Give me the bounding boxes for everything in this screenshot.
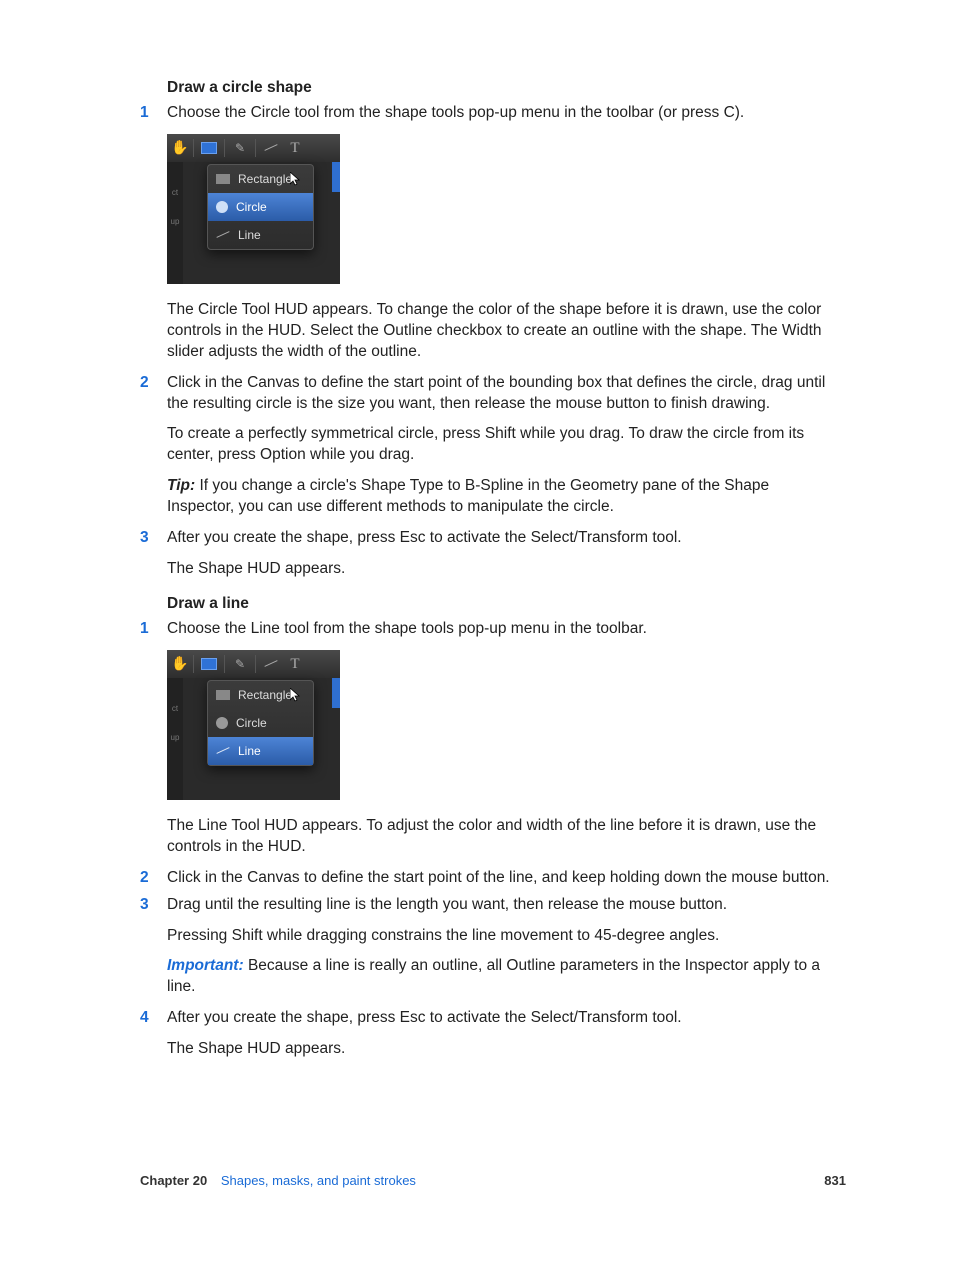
rectangle-icon <box>216 174 230 184</box>
step-1-circle: 1 Choose the Circle tool from the shape … <box>140 103 840 124</box>
tip-label: Tip: <box>167 477 199 494</box>
important-paragraph: Important: Because a line is really an o… <box>167 956 840 998</box>
ui-right-edge <box>332 678 340 708</box>
menu-item-label: Circle <box>236 715 267 731</box>
ui-left-label: up <box>167 733 183 744</box>
separator <box>255 139 256 157</box>
step-number: 1 <box>140 619 167 640</box>
section-title-circle: Draw a circle shape <box>167 78 840 99</box>
step-1-line: 1 Choose the Line tool from the shape to… <box>140 619 840 640</box>
menu-item-label: Rectangle <box>238 687 292 703</box>
ui-left-label: up <box>167 217 183 228</box>
menu-item-rectangle[interactable]: Rectangle <box>208 681 313 709</box>
menu-item-circle[interactable]: Circle <box>208 193 313 221</box>
step-number: 4 <box>140 1008 167 1029</box>
section-title-line: Draw a line <box>167 594 840 615</box>
menu-item-circle[interactable]: Circle <box>208 709 313 737</box>
separator <box>224 139 225 157</box>
separator <box>224 655 225 673</box>
step-text: After you create the shape, press Esc to… <box>167 528 840 549</box>
page-number: 831 <box>824 1172 846 1190</box>
chapter-link[interactable]: Shapes, masks, and paint strokes <box>221 1173 416 1188</box>
rectangle-icon <box>216 690 230 700</box>
hand-tool-icon: ✋ <box>171 138 187 157</box>
ui-right-edge <box>332 162 340 192</box>
step-3-circle: 3 After you create the shape, press Esc … <box>140 528 840 549</box>
brush-tool-icon <box>231 139 249 157</box>
paragraph: The Line Tool HUD appears. To adjust the… <box>167 816 840 858</box>
shape-tool-icon <box>200 139 218 157</box>
paragraph: To create a perfectly symmetrical circle… <box>167 424 840 466</box>
menu-item-label: Circle <box>236 199 267 215</box>
step-number: 3 <box>140 895 167 916</box>
important-text: Because a line is really an outline, all… <box>167 957 820 995</box>
separator <box>193 655 194 673</box>
brush-tool-icon <box>231 655 249 673</box>
text-tool-icon: T <box>286 655 304 673</box>
step-text: Click in the Canvas to define the start … <box>167 373 840 415</box>
step-number: 2 <box>140 868 167 889</box>
menu-item-label: Rectangle <box>238 171 292 187</box>
step-4-line: 4 After you create the shape, press Esc … <box>140 1008 840 1029</box>
shape-tools-menu: Rectangle Circle Line <box>207 680 314 766</box>
circle-icon <box>216 201 228 213</box>
line-icon <box>216 231 229 238</box>
step-text: Choose the Circle tool from the shape to… <box>167 103 840 124</box>
important-label: Important: <box>167 957 248 974</box>
ui-left-label: ct <box>167 188 183 199</box>
menu-item-line[interactable]: Line <box>208 221 313 249</box>
step-number: 2 <box>140 373 167 415</box>
separator <box>193 139 194 157</box>
ui-toolbar: ✋ T <box>167 134 340 162</box>
ui-screenshot-line-menu: ✋ T ct up Rectangle <box>167 650 340 800</box>
step-number: 1 <box>140 103 167 124</box>
line-icon <box>216 747 229 754</box>
step-text: Drag until the resulting line is the len… <box>167 895 840 916</box>
tip-paragraph: Tip: If you change a circle's Shape Type… <box>167 476 840 518</box>
paragraph: The Shape HUD appears. <box>167 1039 840 1060</box>
ui-toolbar: ✋ T <box>167 650 340 678</box>
page-footer: Chapter 20 Shapes, masks, and paint stro… <box>140 1172 846 1190</box>
step-text: Choose the Line tool from the shape tool… <box>167 619 840 640</box>
menu-item-rectangle[interactable]: Rectangle <box>208 165 313 193</box>
step-number: 3 <box>140 528 167 549</box>
circle-icon <box>216 717 228 729</box>
step-text: After you create the shape, press Esc to… <box>167 1008 840 1029</box>
shape-tools-menu: Rectangle Circle Line <box>207 164 314 250</box>
menu-item-label: Line <box>238 743 261 759</box>
tip-text: If you change a circle's Shape Type to B… <box>167 477 769 515</box>
step-text: Click in the Canvas to define the start … <box>167 868 840 889</box>
line-tool-icon <box>262 139 280 157</box>
step-3-line: 3 Drag until the resulting line is the l… <box>140 895 840 916</box>
step-2-circle: 2 Click in the Canvas to define the star… <box>140 373 840 415</box>
paragraph: The Circle Tool HUD appears. To change t… <box>167 300 840 363</box>
step-2-line: 2 Click in the Canvas to define the star… <box>140 868 840 889</box>
paragraph: Pressing Shift while dragging constrains… <box>167 926 840 947</box>
shape-tool-icon <box>200 655 218 673</box>
separator <box>255 655 256 673</box>
paragraph: The Shape HUD appears. <box>167 559 840 580</box>
ui-screenshot-circle-menu: ✋ T ct up Rectangle <box>167 134 340 284</box>
chapter-label: Chapter 20 <box>140 1173 207 1188</box>
ui-left-panel: ct up <box>167 162 183 284</box>
hand-tool-icon: ✋ <box>171 654 187 673</box>
ui-left-panel: ct up <box>167 678 183 800</box>
menu-item-line[interactable]: Line <box>208 737 313 765</box>
menu-item-label: Line <box>238 227 261 243</box>
ui-left-label: ct <box>167 704 183 715</box>
text-tool-icon: T <box>286 139 304 157</box>
line-tool-icon <box>262 655 280 673</box>
